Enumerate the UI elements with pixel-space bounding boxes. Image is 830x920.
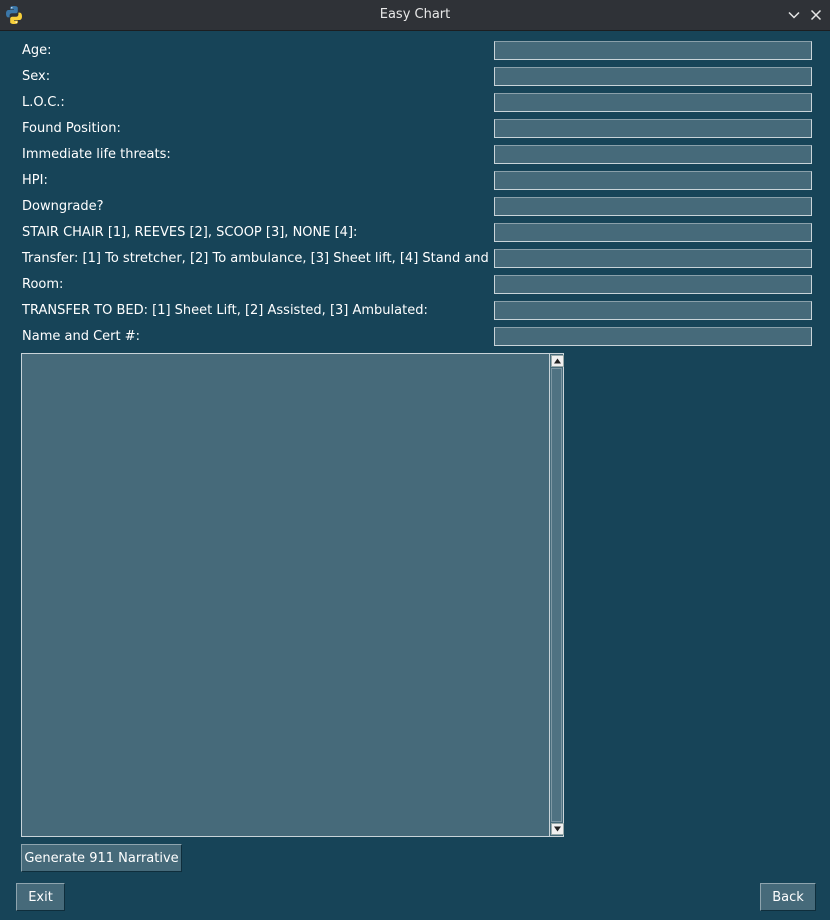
transfer-to-bed-input[interactable] xyxy=(494,301,812,320)
close-icon[interactable] xyxy=(808,7,824,23)
sex-input[interactable] xyxy=(494,67,812,86)
hpi-label: HPI: xyxy=(22,173,48,188)
transfer-to-bed-label: TRANSFER TO BED: [1] Sheet Lift, [2] Ass… xyxy=(22,303,428,318)
room-input[interactable] xyxy=(494,275,812,294)
narrative-textarea[interactable] xyxy=(21,353,550,837)
room-label: Room: xyxy=(22,277,64,292)
title-bar: Easy Chart xyxy=(0,0,830,31)
loc-input[interactable] xyxy=(494,93,812,112)
generate-narrative-button[interactable]: Generate 911 Narrative xyxy=(21,844,182,872)
chevron-down-icon[interactable] xyxy=(786,7,802,23)
scroll-down-arrow-icon[interactable] xyxy=(551,823,564,835)
age-label: Age: xyxy=(22,43,52,58)
name-cert-label: Name and Cert #: xyxy=(22,329,140,344)
hpi-input[interactable] xyxy=(494,171,812,190)
found-position-label: Found Position: xyxy=(22,121,121,136)
transfer-input[interactable] xyxy=(494,249,812,268)
name-cert-input[interactable] xyxy=(494,327,812,346)
loc-label: L.O.C.: xyxy=(22,95,65,110)
scroll-up-arrow-icon[interactable] xyxy=(551,355,564,367)
age-input[interactable] xyxy=(494,41,812,60)
stair-chair-input[interactable] xyxy=(494,223,812,242)
scrollbar-trough[interactable] xyxy=(551,368,562,822)
narrative-scrollbar[interactable] xyxy=(549,353,564,837)
life-threats-input[interactable] xyxy=(494,145,812,164)
sex-label: Sex: xyxy=(22,69,51,84)
downgrade-label: Downgrade? xyxy=(22,199,104,214)
downgrade-input[interactable] xyxy=(494,197,812,216)
life-threats-label: Immediate life threats: xyxy=(22,147,171,162)
exit-button[interactable]: Exit xyxy=(16,883,65,911)
found-position-input[interactable] xyxy=(494,119,812,138)
window-title: Easy Chart xyxy=(379,7,451,22)
back-button[interactable]: Back xyxy=(760,883,816,911)
stair-chair-label: STAIR CHAIR [1], REEVES [2], SCOOP [3], … xyxy=(22,225,358,240)
transfer-label: Transfer: [1] To stretcher, [2] To ambul… xyxy=(22,251,530,266)
scrollbar-thumb[interactable] xyxy=(551,368,562,822)
